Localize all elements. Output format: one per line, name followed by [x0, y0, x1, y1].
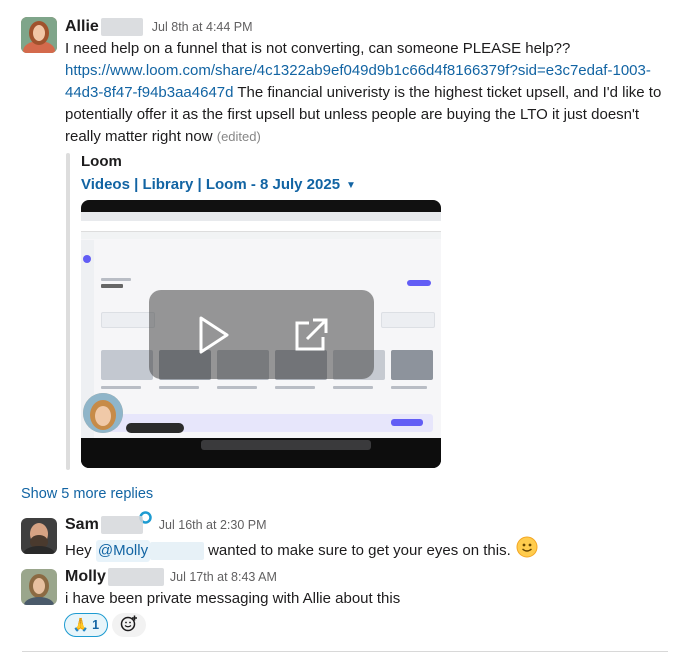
add-reaction-button[interactable] — [112, 613, 146, 637]
avatar-sam[interactable] — [21, 518, 57, 554]
author-name[interactable]: Molly — [65, 568, 106, 586]
edited-label: (edited) — [216, 129, 261, 144]
message-line: I need help on a funnel that is not conv… — [65, 40, 571, 57]
video-thumb — [101, 350, 153, 380]
caret-down-icon[interactable]: ▼ — [346, 180, 356, 191]
avatar-allie-image — [21, 17, 57, 53]
add-reaction-icon — [119, 614, 139, 637]
author-name[interactable]: Allie — [65, 18, 99, 36]
open-external-icon[interactable] — [289, 315, 331, 362]
avatar-sam-image — [21, 518, 57, 554]
author-name[interactable]: Sam — [65, 516, 99, 534]
message-text: wanted to make sure to get your eyes on … — [208, 541, 511, 559]
loom-logo-icon — [83, 255, 91, 263]
video-thumb — [391, 350, 433, 380]
video-overlay — [149, 290, 374, 379]
play-icon[interactable] — [191, 314, 233, 361]
redacted-surname — [100, 18, 143, 36]
ph — [159, 386, 199, 389]
folder-card — [101, 312, 155, 328]
avatar-molly-image — [21, 569, 57, 605]
browser-addressbar — [81, 221, 441, 232]
redacted-mention-surname — [150, 541, 205, 560]
presenter-camera-bubble — [83, 393, 123, 433]
ph — [101, 278, 131, 281]
message-text: i have been private messaging with Allie… — [65, 590, 401, 607]
reaction-count: 1 — [92, 618, 100, 632]
ph — [217, 386, 257, 389]
message-line: potentially offer it as the first upsell… — [65, 106, 640, 123]
reaction-pill[interactable]: 🙏 1 — [64, 613, 108, 637]
folded-hands-emoji: 🙏 — [72, 617, 90, 632]
message-body: I need help on a funnel that is not conv… — [65, 38, 680, 148]
message-timestamp[interactable]: Jul 8th at 4:44 PM — [152, 20, 253, 34]
ph — [333, 386, 373, 389]
message-line: The financial univeristy is the highest … — [233, 84, 662, 101]
ph — [275, 386, 315, 389]
message-line: really matter right now — [65, 128, 213, 145]
mac-dock — [201, 440, 371, 450]
composer-top-edge — [22, 651, 668, 656]
avatar-molly[interactable] — [21, 569, 57, 605]
message-timestamp[interactable]: Jul 16th at 2:30 PM — [159, 518, 267, 532]
loom-link-continued[interactable]: 44d3-8f47-f94b3aa4647d — [65, 84, 234, 101]
loom-link[interactable]: https://www.loom.com/share/4c1322ab9ef04… — [65, 62, 651, 79]
message-text: Hey — [65, 541, 96, 559]
message-body: Hey @Molly wanted to make sure to get yo… — [65, 536, 538, 565]
slightly-smiling-face-emoji — [516, 536, 538, 565]
avatar-allie[interactable] — [21, 17, 57, 53]
ph — [391, 386, 427, 389]
unfurl-border — [66, 153, 70, 470]
redacted-surname — [107, 568, 164, 586]
video-preview[interactable] — [81, 200, 441, 468]
folder-card — [381, 312, 435, 328]
ph — [101, 284, 123, 288]
browser-bookmarks — [81, 232, 441, 239]
banner-button — [391, 419, 423, 426]
presenter-face — [83, 393, 123, 433]
redacted-surname — [100, 516, 143, 534]
new-video-button — [407, 280, 431, 286]
ph — [101, 386, 141, 389]
user-mention[interactable]: @Molly — [95, 539, 151, 562]
unfurl-provider: Loom — [81, 153, 122, 170]
message-timestamp[interactable]: Jul 17th at 8:43 AM — [170, 570, 277, 584]
browser-tabbar — [81, 212, 441, 221]
recording-controls — [126, 423, 184, 433]
show-more-replies[interactable]: Show 5 more replies — [21, 484, 153, 504]
unfurl-title[interactable]: Videos | Library | Loom - 8 July 2025 — [81, 174, 340, 196]
